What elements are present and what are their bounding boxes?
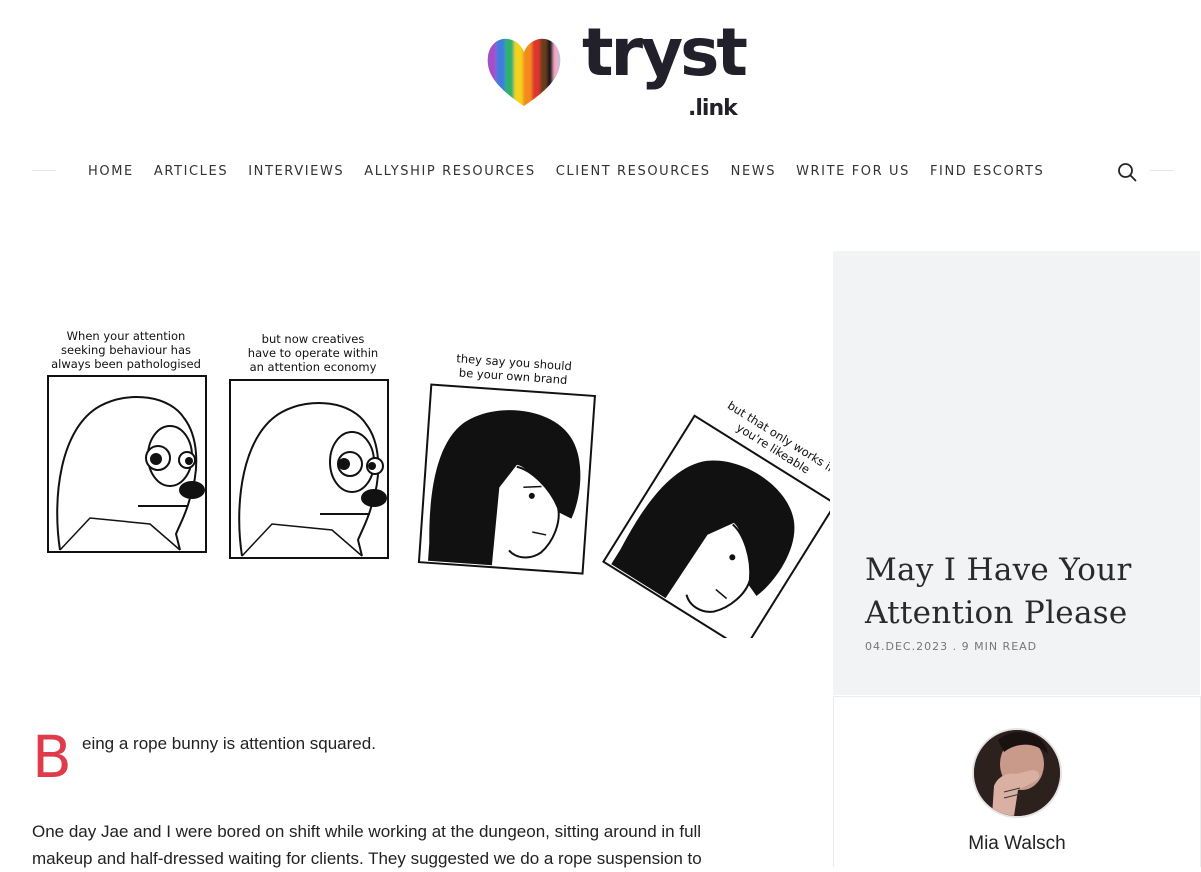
comic-caption-1a: When your attention — [67, 329, 186, 343]
post-read-time: 9 MIN READ — [961, 640, 1038, 653]
comic-panel-2: but now creatives have to operate within a… — [229, 332, 389, 559]
article-paragraph-line-2: makeup and half-dressed waiting for clie… — [32, 849, 702, 868]
post-date: 04.DEC.2023 — [865, 640, 949, 653]
logo-tld: .link — [688, 96, 738, 121]
main-nav: HOME ARTICLES INTERVIEWS ALLYSHIP RESOURCES… — [0, 155, 1201, 187]
nav-item-interviews[interactable]: INTERVIEWS — [238, 164, 354, 179]
comic-caption-2a: but now creatives — [262, 332, 365, 346]
nav-item-write-for-us[interactable]: WRITE FOR US — [786, 164, 920, 179]
nav-item-client-resources[interactable]: CLIENT RESOURCES — [546, 164, 721, 179]
comic-panel-3: they say you shouldbe your own brand — [417, 351, 597, 575]
comic-caption-1b: seeking behaviour has — [61, 343, 191, 357]
svg-text:When your attentionseeking beh: When your attention seeking behaviour has… — [51, 329, 201, 371]
nav-item-find-escorts[interactable]: FIND ESCORTS — [920, 164, 1054, 179]
article-intro: eing a rope bunny is attention squared. — [82, 734, 376, 753]
svg-text:but now creativeshave to opera: but now creatives have to operate within a… — [248, 332, 378, 374]
comic-caption-2b: have to operate within — [248, 346, 378, 360]
post-meta: 04.DEC.2023 . 9 MIN READ — [865, 640, 1037, 653]
author-name[interactable]: Mia Walsch — [834, 833, 1200, 855]
nav-item-news[interactable]: NEWS — [721, 164, 786, 179]
logo-wordmark: tryst — [582, 14, 748, 91]
post-title: May I Have Your Attention Please — [865, 552, 1132, 631]
comic-caption-2c: an attention economy — [250, 360, 377, 374]
nav-divider-right — [1150, 170, 1174, 171]
search-icon[interactable] — [1117, 162, 1137, 182]
post-meta-separator: . — [952, 640, 958, 653]
author-card: Mia Walsch — [833, 696, 1201, 867]
author-avatar[interactable] — [972, 728, 1062, 818]
pride-heart-icon — [487, 38, 561, 106]
article-paragraph: One day Jae and I were bored on shift wh… — [32, 818, 802, 872]
svg-text:they say you shouldbe your own: they say you shouldbe your own brand — [455, 351, 572, 387]
comic-panel-4: but that only works ifyou're likeable — [602, 398, 837, 651]
comic-caption-1c: always been pathologised — [51, 357, 201, 371]
site-logo[interactable]: tryst .link — [484, 20, 748, 124]
nav-items: HOME ARTICLES INTERVIEWS ALLYSHIP RESOURCES… — [78, 155, 1054, 187]
nav-item-allyship-resources[interactable]: ALLYSHIP RESOURCES — [354, 164, 545, 179]
featured-comic-image: When your attention seeking behaviour has… — [30, 318, 837, 651]
nav-item-home[interactable]: HOME — [78, 164, 144, 179]
comic-panel-1: When your attention seeking behaviour has… — [47, 329, 207, 553]
nav-divider-left — [32, 170, 56, 171]
article-paragraph-line-1: One day Jae and I were bored on shift wh… — [32, 822, 702, 841]
nav-item-articles[interactable]: ARTICLES — [144, 164, 238, 179]
sidebar-post-header: May I Have Your Attention Please 04.DEC.… — [833, 251, 1200, 695]
drop-cap: B — [32, 723, 72, 791]
